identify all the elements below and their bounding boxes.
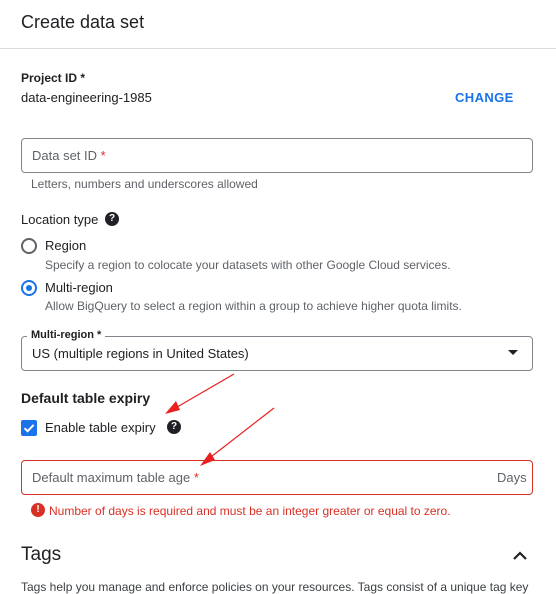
annotation-arrow-checkbox: [165, 373, 235, 414]
annotation-arrows-overlay: [165, 373, 275, 466]
annotation-arrow-input: [200, 407, 275, 466]
